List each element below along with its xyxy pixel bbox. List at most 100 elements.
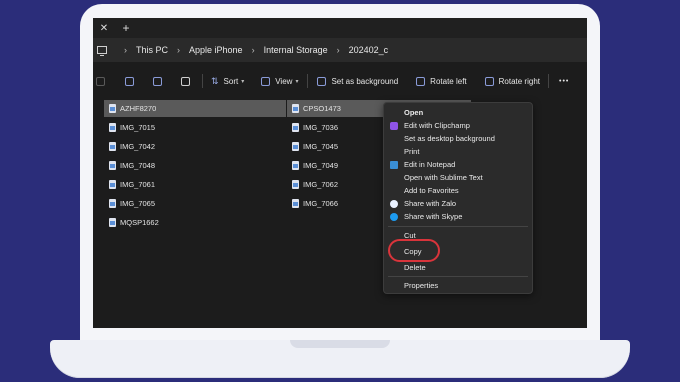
file-name: IMG_7065 — [120, 199, 156, 208]
image-file-icon — [292, 199, 299, 208]
chevron-right-icon: › — [336, 45, 340, 55]
file-item[interactable]: IMG_7065 — [104, 195, 286, 212]
rotate-left-icon — [416, 76, 426, 86]
image-file-icon — [292, 142, 299, 151]
image-file-icon — [109, 199, 116, 208]
file-item[interactable]: AZHF8270 — [104, 100, 286, 117]
breadcrumb-internal-storage[interactable]: Internal Storage — [264, 45, 328, 55]
breadcrumb-this-pc[interactable]: This PC — [136, 45, 168, 55]
file-name: CPSO1473 — [303, 104, 341, 113]
image-file-icon — [109, 218, 116, 227]
menu-item-open[interactable]: Open — [384, 106, 532, 119]
rotate-right-label: Rotate right — [498, 76, 540, 86]
menu-item-label: Edit in Notepad — [404, 160, 456, 169]
rotate-right-button[interactable]: Rotate right — [484, 76, 540, 86]
menu-item-label: Set as desktop background — [404, 134, 495, 143]
image-file-icon — [292, 161, 299, 170]
file-name: IMG_7015 — [120, 123, 156, 132]
menu-divider — [388, 226, 528, 227]
menu-divider — [388, 276, 528, 277]
sort-icon: ⇅ — [211, 75, 219, 86]
menu-item-label: Share with Zalo — [404, 199, 457, 208]
menu-item-add-favorites[interactable]: Add to Favorites — [384, 184, 532, 197]
view-button[interactable]: View ▾ — [261, 76, 299, 86]
file-name: IMG_7061 — [120, 180, 156, 189]
chevron-down-icon: ▾ — [295, 78, 299, 85]
chevron-right-icon: › — [177, 45, 181, 55]
command-bar: ⇅ Sort ▾ View ▾ Set as background Rotate… — [93, 68, 587, 94]
file-item[interactable]: IMG_7061 — [104, 176, 286, 193]
view-label: View — [275, 76, 293, 86]
menu-item-label: Print — [404, 147, 420, 156]
menu-item-set-desktop-background[interactable]: Set as desktop background — [384, 132, 532, 145]
menu-item-label: Delete — [404, 263, 426, 272]
menu-item-open-sublime[interactable]: Open with Sublime Text — [384, 171, 532, 184]
file-item[interactable]: IMG_7048 — [104, 157, 286, 174]
toolbar-divider — [548, 74, 549, 88]
file-name: IMG_7045 — [303, 142, 339, 151]
cut-button[interactable] — [96, 76, 105, 86]
title-bar: ✕ + — [93, 18, 587, 38]
copy-icon — [125, 76, 134, 86]
menu-item-label: Add to Favorites — [404, 186, 459, 195]
more-options-button[interactable]: ••• — [559, 78, 569, 85]
share-button[interactable] — [153, 76, 162, 86]
chevron-right-icon: › — [251, 45, 255, 55]
file-explorer-window: ✕ + › This PC › Apple iPhone › Internal … — [93, 18, 587, 328]
menu-item-label: Edit with Clipchamp — [404, 121, 470, 130]
close-tab-icon[interactable]: ✕ — [93, 18, 115, 38]
file-item[interactable]: IMG_7045 — [287, 138, 383, 155]
new-tab-icon[interactable]: + — [115, 18, 137, 38]
copy-highlight-ring — [388, 239, 440, 262]
file-item[interactable]: IMG_7066 — [287, 195, 383, 212]
zalo-icon — [390, 199, 398, 208]
file-item[interactable]: IMG_7042 — [104, 138, 286, 155]
menu-item-print[interactable]: Print — [384, 145, 532, 158]
copy-button[interactable] — [125, 76, 134, 86]
menu-item-label: Open — [404, 108, 424, 117]
image-file-icon — [109, 161, 116, 170]
menu-item-delete[interactable]: Delete — [384, 261, 532, 274]
laptop-notch — [290, 340, 390, 348]
breadcrumb-apple-iphone[interactable]: Apple iPhone — [189, 45, 243, 55]
toolbar-divider — [307, 74, 309, 88]
menu-item-edit-notepad[interactable]: Edit in Notepad — [384, 158, 532, 171]
set-as-background-button[interactable]: Set as background — [317, 76, 398, 86]
toolbar-divider — [202, 74, 203, 88]
menu-item-edit-clipchamp[interactable]: Edit with Clipchamp — [384, 119, 532, 132]
clipchamp-icon — [390, 121, 398, 130]
file-item[interactable]: IMG_7015 — [104, 119, 286, 136]
address-bar[interactable]: › This PC › Apple iPhone › Internal Stor… — [93, 38, 587, 62]
share-icon — [153, 76, 162, 86]
image-file-icon — [109, 180, 116, 189]
file-name: IMG_7062 — [303, 180, 339, 189]
menu-item-properties[interactable]: Properties — [384, 279, 532, 292]
file-name: IMG_7048 — [120, 161, 156, 170]
file-item[interactable]: IMG_7049 — [287, 157, 383, 174]
file-name: IMG_7036 — [303, 123, 339, 132]
menu-item-label: Share with Skype — [404, 212, 463, 221]
image-file-icon — [109, 142, 116, 151]
rotate-left-button[interactable]: Rotate left — [416, 76, 467, 86]
file-item[interactable]: IMG_7062 — [287, 176, 383, 193]
image-file-icon — [292, 104, 299, 113]
monitor-icon[interactable] — [97, 46, 107, 56]
cut-icon — [96, 76, 105, 86]
file-name: AZHF8270 — [120, 104, 157, 113]
menu-item-share-zalo[interactable]: Share with Zalo — [384, 197, 532, 210]
sort-button[interactable]: ⇅ Sort ▾ — [211, 76, 244, 87]
context-menu: Open Edit with Clipchamp Set as desktop … — [383, 102, 533, 294]
file-name: MQSP1662 — [120, 218, 159, 227]
delete-button[interactable] — [181, 76, 190, 86]
menu-item-share-skype[interactable]: Share with Skype — [384, 210, 532, 223]
file-item[interactable]: MQSP1662 — [104, 214, 286, 231]
breadcrumb-folder[interactable]: 202402_c — [349, 45, 389, 55]
image-file-icon — [109, 104, 116, 113]
chevron-down-icon: ▾ — [241, 78, 245, 85]
trash-icon — [181, 76, 190, 86]
image-file-icon — [292, 180, 299, 189]
file-item[interactable]: IMG_7036 — [287, 119, 383, 136]
skype-icon — [390, 212, 398, 221]
image-file-icon — [292, 123, 299, 132]
menu-item-label: Properties — [404, 281, 439, 290]
